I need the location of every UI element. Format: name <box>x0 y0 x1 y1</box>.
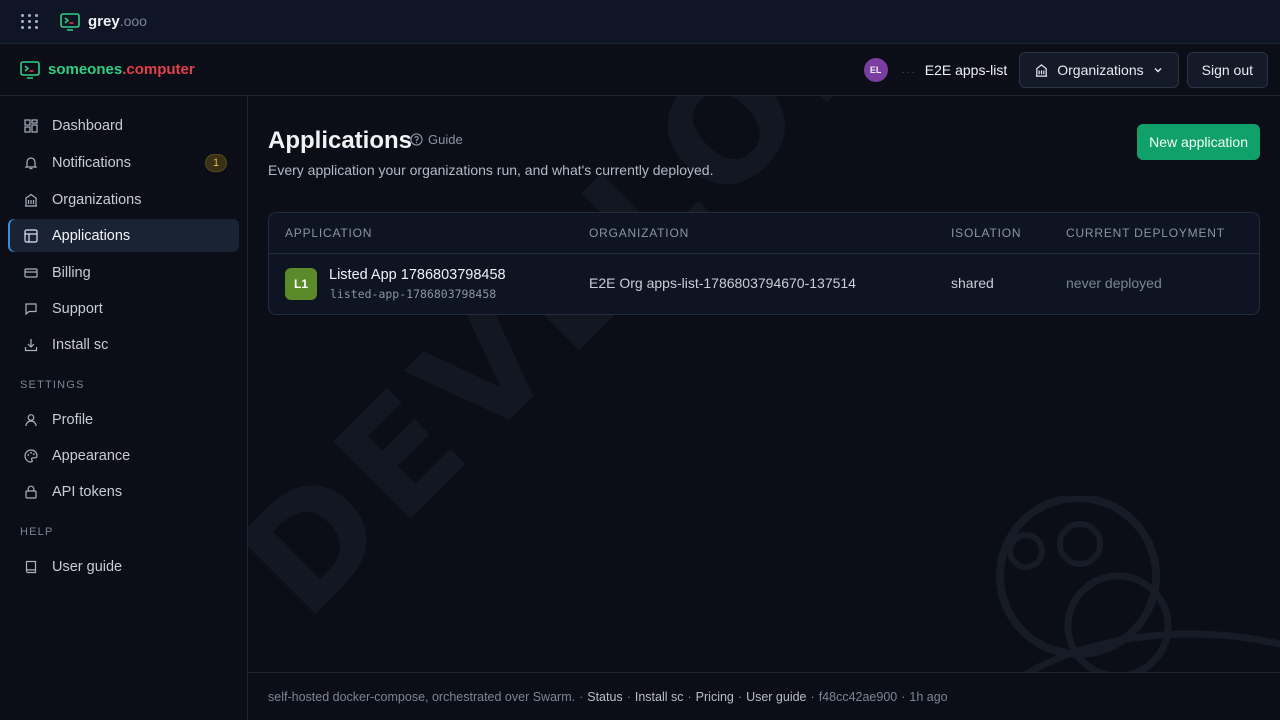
user-icon <box>24 413 38 427</box>
sidebar-item-label: Applications <box>52 227 131 244</box>
footer-separator: · <box>810 689 815 704</box>
layout-icon <box>24 228 38 243</box>
development-watermark: DEVELOPMENT <box>248 96 1280 650</box>
sidebar-item-label: Appearance <box>52 447 131 464</box>
credit-card-icon <box>24 266 38 280</box>
help-circle-icon <box>410 133 423 146</box>
notification-count-badge: 1 <box>205 153 227 172</box>
sidebar-item-dashboard[interactable]: Dashboard <box>8 109 239 142</box>
bell-icon <box>24 156 38 170</box>
sidebar-item-billing[interactable]: Billing <box>8 256 239 289</box>
app-header: someones.computer EL ... E2E apps-list O… <box>0 44 1280 96</box>
sidebar-item-notifications[interactable]: Notifications 1 <box>8 146 239 179</box>
main-content: DEVELOPMENT Applications Guide Every app… <box>248 96 1280 673</box>
sidebar-item-label: Install sc <box>52 336 109 353</box>
sidebar-item-organizations[interactable]: Organizations <box>8 183 239 216</box>
avatar[interactable]: EL <box>863 58 888 82</box>
table-row[interactable]: L1 Listed App 1786803798458 listed-app-1… <box>269 254 1259 314</box>
isolation-cell: shared <box>951 275 994 291</box>
table-header: APPLICATION ORGANIZATION ISOLATION CURRE… <box>269 213 1259 254</box>
app-initials-avatar: L1 <box>285 268 317 300</box>
sidebar-item-label: Dashboard <box>52 117 123 134</box>
help-section-title: HELP <box>20 526 54 538</box>
sidebar-item-install-sc[interactable]: Install sc <box>8 328 239 361</box>
sidebar-item-support[interactable]: Support <box>8 292 239 325</box>
page-title: Applications <box>268 127 413 154</box>
sidebar-item-profile[interactable]: Profile <box>8 403 239 436</box>
book-icon <box>24 560 38 574</box>
sidebar-item-label: User guide <box>52 558 123 575</box>
building-icon <box>24 193 38 207</box>
chevron-down-icon <box>1154 68 1162 73</box>
context-dots: ... <box>901 64 917 76</box>
sidebar-item-label: API tokens <box>52 483 123 500</box>
deployment-cell: never deployed <box>1066 275 1162 291</box>
footer-separator: · <box>737 689 743 704</box>
sidebar: Dashboard Notifications 1 Organizations … <box>0 96 248 720</box>
sidebar-item-label: Support <box>52 300 103 317</box>
footer-link-install-sc[interactable]: Install sc <box>635 690 684 704</box>
applications-table: APPLICATION ORGANIZATION ISOLATION CURRE… <box>268 212 1260 315</box>
download-icon <box>24 338 38 352</box>
building-icon <box>1036 63 1048 77</box>
app-grid-icon[interactable] <box>20 12 40 32</box>
footer-text: self-hosted docker-compose, orchestrated… <box>268 689 576 704</box>
palette-icon <box>24 448 38 463</box>
organizations-dropdown-button[interactable]: Organizations <box>1019 52 1179 88</box>
footer-commit: f48cc42ae900 <box>818 689 898 704</box>
sidebar-item-api-tokens[interactable]: API tokens <box>8 475 239 508</box>
footer-separator: · <box>901 689 906 704</box>
dashboard-icon <box>24 118 38 133</box>
column-header-application[interactable]: APPLICATION <box>285 226 372 240</box>
sidebar-item-label: Billing <box>52 264 91 281</box>
mascot-watermark-icon <box>996 496 1280 673</box>
footer-link-user-guide[interactable]: User guide <box>746 690 806 704</box>
column-header-isolation[interactable]: ISOLATION <box>951 226 1021 240</box>
footer-separator: · <box>626 689 631 704</box>
guide-link[interactable]: Guide <box>410 132 463 147</box>
top-bar: grey.ooo <box>0 0 1280 44</box>
brand-part1: someones <box>48 61 123 78</box>
footer-age: 1h ago <box>909 689 948 704</box>
app-slug: listed-app-1786803798458 <box>330 287 497 301</box>
chat-icon <box>24 302 38 316</box>
app-name[interactable]: Listed App 1786803798458 <box>329 267 506 283</box>
new-application-button[interactable]: New application <box>1137 124 1260 160</box>
terminal-monitor-icon <box>20 60 40 79</box>
terminal-monitor-icon <box>60 12 80 31</box>
sidebar-item-label: Notifications <box>52 154 131 171</box>
footer-link-pricing[interactable]: Pricing <box>696 690 734 704</box>
sidebar-item-user-guide[interactable]: User guide <box>8 550 239 583</box>
organization-cell: E2E Org apps-list-1786803794670-137514 <box>589 275 856 291</box>
sidebar-item-label: Organizations <box>52 191 142 208</box>
someones-computer-logo[interactable]: someones.computer <box>20 60 195 79</box>
sign-out-button[interactable]: Sign out <box>1186 52 1268 88</box>
brand-tld: .ooo <box>119 13 147 29</box>
brand-part2: .computer <box>122 61 195 78</box>
brand-name: grey <box>88 13 120 30</box>
current-context-name: E2E apps-list <box>924 62 1008 78</box>
sidebar-item-appearance[interactable]: Appearance <box>8 439 239 472</box>
footer-separator: · <box>579 689 584 704</box>
footer: self-hosted docker-compose, orchestrated… <box>248 672 1280 720</box>
grey-brand[interactable]: grey.ooo <box>60 12 147 31</box>
lock-icon <box>24 485 38 499</box>
column-header-current-deployment[interactable]: CURRENT DEPLOYMENT <box>1066 226 1225 240</box>
column-header-organization[interactable]: ORGANIZATION <box>589 226 689 240</box>
guide-label: Guide <box>428 132 463 147</box>
footer-link-status[interactable]: Status <box>587 690 622 704</box>
footer-separator: · <box>687 689 692 704</box>
sidebar-item-applications[interactable]: Applications <box>8 219 239 252</box>
page-subtitle: Every application your organizations run… <box>268 162 714 178</box>
settings-section-title: SETTINGS <box>20 379 85 391</box>
sidebar-item-label: Profile <box>52 411 94 428</box>
organizations-button-label: Organizations <box>1057 62 1144 78</box>
